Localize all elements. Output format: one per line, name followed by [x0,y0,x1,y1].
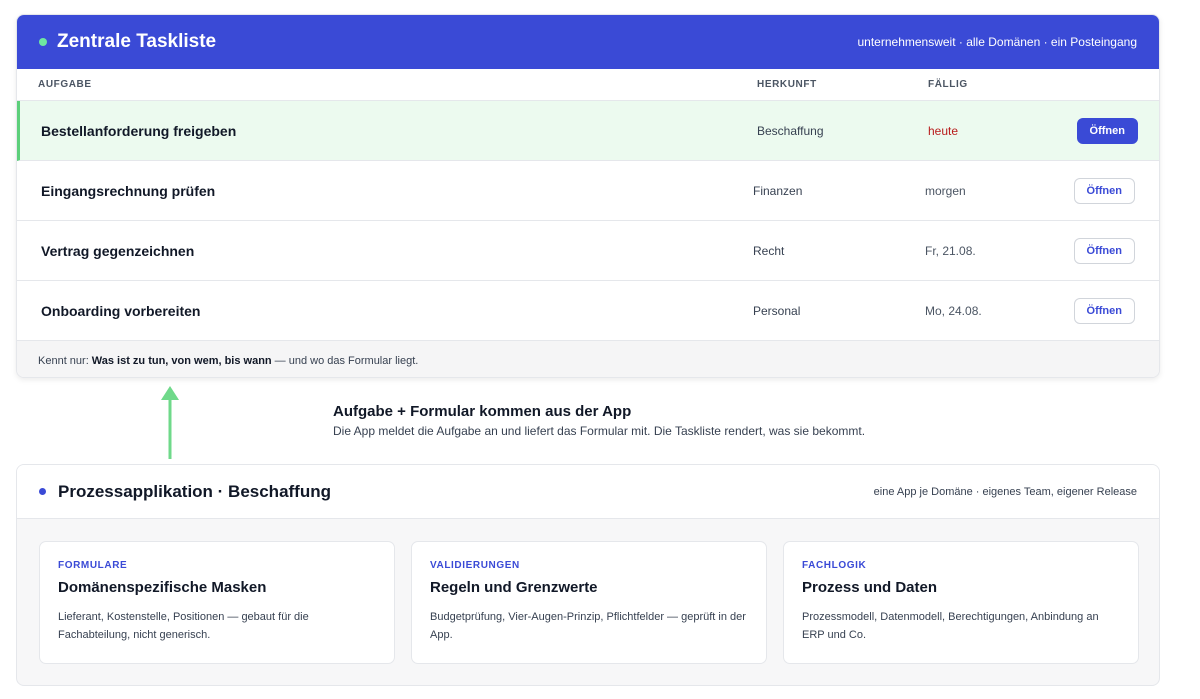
open-task-button[interactable]: Öffnen [1073,297,1135,324]
footer-suffix: — und wo das Formular liegt. [274,355,419,367]
task-origin: Beschaffung [757,123,824,138]
feature-text: Prozessmodell, Datenmodell, Berechtigung… [802,611,1099,641]
task-row[interactable]: Vertrag gegenzeichnen Recht Fr, 21.08. Ö… [17,221,1159,281]
up-arrow-icon [160,386,180,460]
connector-title: Aufgabe + Formular kommen aus der App [333,403,632,420]
feature-card-validations: VALIDIERUNGEN Regeln und Grenzwerte Budg… [411,541,767,664]
feature-title: Domänenspezifische Masken [58,579,267,596]
feature-card-forms: FORMULARE Domänenspezifische Masken Lief… [39,541,395,664]
footer-prefix: Kennt nur: [38,355,89,367]
task-name: Eingangsrechnung prüfen [41,182,216,199]
task-name: Vertrag gegenzeichnen [41,242,195,259]
column-task: AUFGABE [38,79,92,90]
footer-emphasis: Was ist zu tun, von wem, bis wann [91,355,272,367]
feature-text: Lieferant, Kostenstelle, Positionen — ge… [58,611,309,641]
tasklist-column-header: AUFGABE HERKUNFT FÄLLIG [17,69,1159,101]
feature-text: Budgetprüfung, Vier-Augen-Prinzip, Pflic… [430,611,746,641]
column-origin: HERKUNFT [757,79,817,90]
feature-title: Regeln und Grenzwerte [430,579,598,596]
task-row[interactable]: Bestellanforderung freigeben Beschaffung… [17,101,1159,161]
task-origin: Finanzen [753,183,803,198]
feature-kicker: VALIDIERUNGEN [430,560,520,571]
task-due: Fr, 21.08. [925,243,976,258]
tasklist-footer: Kennt nur: Was ist zu tun, von wem, bis … [17,341,1159,377]
status-dot-icon [39,38,47,46]
app-dot-icon [39,488,46,495]
open-task-button[interactable]: Öffnen [1073,177,1135,204]
task-origin: Personal [753,303,801,318]
task-row[interactable]: Eingangsrechnung prüfen Finanzen morgen … [17,161,1159,221]
tasklist-card: Zentrale Taskliste unternehmensweit · al… [16,14,1160,378]
task-name: Onboarding vorbereiten [41,302,201,319]
feature-kicker: FACHLOGIK [802,560,867,571]
tasklist-header: Zentrale Taskliste unternehmensweit · al… [17,15,1159,69]
feature-row: FORMULARE Domänenspezifische Masken Lief… [39,541,1139,664]
process-app-scope: eine App je Domäne · eigenes Team, eigen… [873,485,1137,498]
column-due: FÄLLIG [928,79,968,90]
feature-card-logic: FACHLOGIK Prozess und Daten Prozessmodel… [783,541,1139,664]
feature-title: Prozess und Daten [802,579,938,596]
connector-annotation: Aufgabe + Formular kommen aus der App Di… [333,403,865,438]
process-app-title: Prozessapplikation · Beschaffung [58,481,331,501]
process-app-card: Prozessapplikation · Beschaffung eine Ap… [16,464,1160,686]
task-due: morgen [925,183,966,198]
process-app-header: Prozessapplikation · Beschaffung eine Ap… [17,465,1159,519]
feature-kicker: FORMULARE [58,560,128,571]
task-origin: Recht [753,243,785,258]
task-due: heute [928,123,959,138]
open-task-button[interactable]: Öffnen [1073,237,1135,264]
tasklist-header-left: Zentrale Taskliste [39,31,216,53]
tasklist-scope: unternehmensweit · alle Domänen · ein Po… [857,35,1138,49]
process-app-header-left: Prozessapplikation · Beschaffung [39,482,331,502]
task-due: Mo, 24.08. [925,303,982,318]
connector-text: Die App meldet die Aufgabe an und liefer… [333,424,866,438]
open-task-button[interactable]: Öffnen [1076,117,1138,144]
task-name: Bestellanforderung freigeben [41,122,237,139]
task-row[interactable]: Onboarding vorbereiten Personal Mo, 24.0… [17,281,1159,341]
tasklist-title: Zentrale Taskliste [57,31,217,52]
